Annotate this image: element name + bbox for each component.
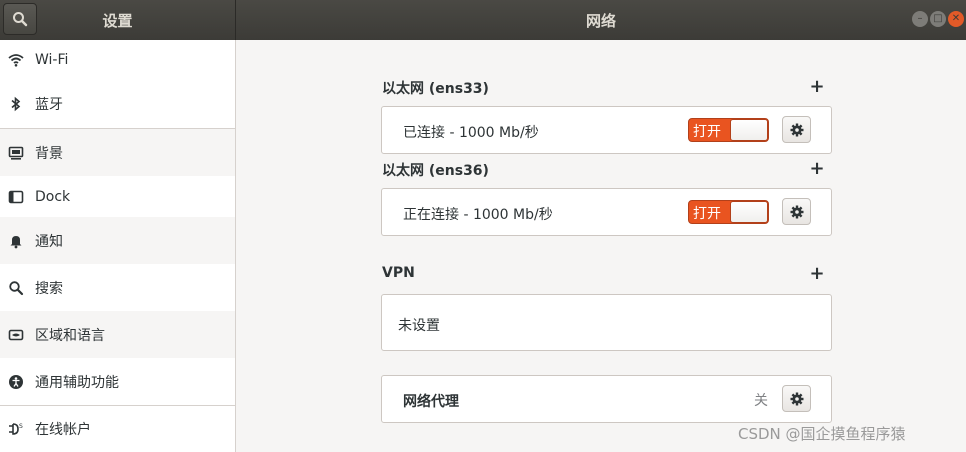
sidebar-item-region[interactable]: 区域和语言	[0, 311, 235, 358]
sidebar-item-accessibility[interactable]: 通用辅助功能	[0, 358, 235, 405]
toggle-knob	[730, 119, 768, 141]
watermark: CSDN @国企摸鱼程序猿	[738, 425, 906, 443]
toggle-label: 打开	[693, 124, 721, 140]
header-bar: 设置 网络	[0, 0, 966, 40]
settings-title: 设置	[102, 12, 133, 30]
sidebar-item-dock[interactable]: Dock	[0, 176, 235, 217]
sidebar-item-online-accounts[interactable]: S 在线帐户	[0, 406, 235, 452]
sidebar-item-wifi[interactable]: Wi-Fi	[0, 40, 235, 80]
wifi-icon	[8, 52, 24, 68]
maximize-icon: □	[933, 13, 943, 24]
search-icon	[8, 280, 24, 296]
sidebar-item-search[interactable]: 搜索	[0, 264, 235, 311]
gear-icon	[790, 392, 803, 405]
accessibility-icon	[8, 374, 24, 390]
sidebar-item-label: 蓝牙	[35, 96, 63, 113]
bluetooth-icon	[8, 96, 24, 112]
sidebar-item-label: 在线帐户	[35, 422, 91, 438]
toggle-label: 打开	[693, 206, 721, 222]
sidebar-item-label: 通用辅助功能	[35, 374, 119, 391]
toggle-knob	[730, 201, 768, 223]
network-proxy-card[interactable]: 网络代理 关	[381, 375, 832, 423]
ethernet-ens33-title: 以太网 (ens33)	[382, 81, 489, 97]
plus-icon: +	[809, 157, 825, 179]
ethernet-ens33-status: 已连接 - 1000 Mb/秒	[403, 125, 539, 141]
ethernet-ens36-status: 正在连接 - 1000 Mb/秒	[403, 207, 553, 223]
network-proxy-settings-button[interactable]	[782, 385, 811, 412]
minimize-icon: –	[917, 13, 923, 24]
ethernet-ens36-card: 正在连接 - 1000 Mb/秒 打开	[381, 188, 832, 236]
background-icon	[8, 145, 24, 161]
ethernet-ens33-toggle[interactable]: 打开	[688, 118, 769, 142]
sidebar-item-label: Wi-Fi	[35, 52, 69, 68]
gear-icon	[790, 123, 803, 136]
ethernet-ens36-toggle[interactable]: 打开	[688, 200, 769, 224]
sidebar-item-label: 区域和语言	[35, 327, 105, 344]
dock-icon	[8, 189, 24, 205]
network-proxy-title: 网络代理	[403, 394, 459, 410]
online-accounts-icon: S	[8, 421, 24, 437]
add-vpn-button[interactable]: +	[809, 262, 825, 284]
sidebar-item-label: 通知	[35, 233, 63, 250]
panel-header: 网络	[236, 0, 966, 40]
sidebar-item-notifications[interactable]: 通知	[0, 217, 235, 264]
gear-icon	[790, 205, 803, 218]
svg-text:S: S	[19, 423, 23, 430]
close-button[interactable]: ✕	[948, 11, 964, 27]
add-ethernet-ens33-button[interactable]: +	[809, 75, 825, 97]
sidebar-item-label: Dock	[35, 188, 71, 205]
sidebar-header: 设置	[0, 0, 236, 40]
ethernet-ens36-title: 以太网 (ens36)	[382, 163, 489, 179]
ethernet-ens33-settings-button[interactable]	[782, 116, 811, 143]
sidebar-item-bluetooth[interactable]: 蓝牙	[0, 80, 235, 127]
panel-title: 网络	[585, 12, 616, 30]
plus-icon: +	[809, 75, 825, 97]
maximize-button[interactable]: □	[930, 11, 946, 27]
sidebar-item-label: 搜索	[35, 280, 63, 297]
sidebar-item-background[interactable]: 背景	[0, 129, 235, 176]
add-ethernet-ens36-button[interactable]: +	[809, 157, 825, 179]
plus-icon: +	[809, 262, 825, 284]
region-icon	[8, 327, 24, 343]
vpn-empty-label: 未设置	[398, 318, 440, 334]
vpn-card: 未设置	[381, 294, 832, 351]
close-icon: ✕	[951, 13, 961, 24]
ethernet-ens33-card: 已连接 - 1000 Mb/秒 打开	[381, 106, 832, 154]
ethernet-ens36-settings-button[interactable]	[782, 198, 811, 225]
network-proxy-state: 关	[754, 393, 768, 409]
vpn-title: VPN	[382, 265, 415, 281]
sidebar-item-label: 背景	[35, 145, 63, 162]
minimize-button[interactable]: –	[912, 11, 928, 27]
sidebar: Wi-Fi 蓝牙 背景 Dock 通知 搜索 区域和语言 通用辅助功能 S 在线…	[0, 40, 236, 452]
bell-icon	[8, 233, 24, 249]
